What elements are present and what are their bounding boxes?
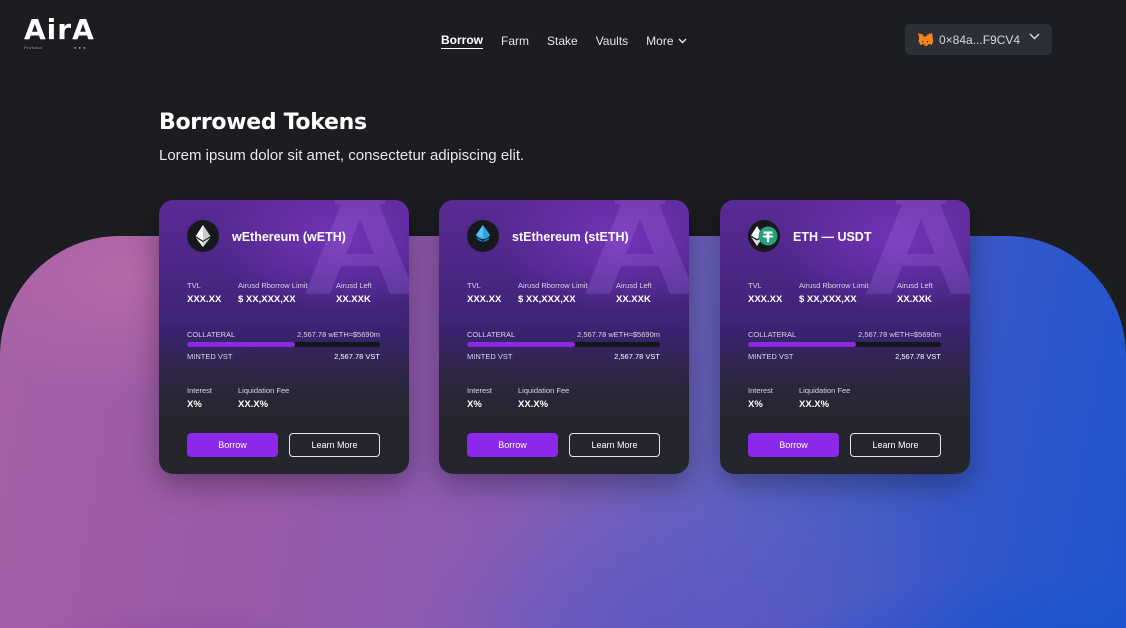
collateral-progress-bar <box>467 342 660 347</box>
ethereum-icon <box>187 220 219 252</box>
borrow-limit-value: $ XX,XXX,XX <box>518 294 576 305</box>
borrow-button[interactable]: Borrow <box>187 433 278 457</box>
airusd-left-value: XX.XXK <box>897 294 932 305</box>
collateral-value: 2,567.78 wETH≈$5690m <box>577 330 660 339</box>
page-subtitle: Lorem ipsum dolor sit amet, consectetur … <box>159 147 525 164</box>
collateral-label: COLLATERAL <box>187 330 236 339</box>
collateral-value: 2,567.78 wETH≈$5690m <box>297 330 380 339</box>
nav-farm[interactable]: Farm <box>501 33 529 49</box>
interest-label: Interest <box>187 386 213 395</box>
liquidation-fee-label: Liquidation Fee <box>799 386 851 395</box>
main-nav: Borrow Farm Stake Vaults More <box>441 32 705 49</box>
liquidation-fee-value: XX.X% <box>518 399 549 410</box>
interest-value: X% <box>187 399 202 410</box>
token-card: stEthereum (stETH) TVL XXX.XX Airusd Rbo… <box>439 200 689 474</box>
airusd-left-label: Airusd Left <box>616 281 652 290</box>
token-name: stEthereum (stETH) <box>512 230 629 244</box>
interest-label: Interest <box>467 386 493 395</box>
borrow-limit-value: $ XX,XXX,XX <box>799 294 857 305</box>
minted-vst-label: MINTED VST <box>748 352 794 361</box>
eth-usdt-pair-icon <box>748 220 780 252</box>
tvl-value: XXX.XX <box>187 294 222 305</box>
token-card: ETH — USDT TVL XXX.XX Airusd Rborrow Lim… <box>720 200 970 474</box>
airusd-left-value: XX.XXK <box>336 294 371 305</box>
nav-stake[interactable]: Stake <box>547 33 578 49</box>
collateral-progress-bar <box>187 342 380 347</box>
aira-watermark-icon <box>866 200 970 294</box>
liquidation-fee-value: XX.X% <box>238 399 269 410</box>
airusd-left-label: Airusd Left <box>336 281 372 290</box>
airusd-left-value: XX.XXK <box>616 294 651 305</box>
collateral-value: 2,567.78 wETH≈$5690m <box>858 330 941 339</box>
borrow-limit-label: Airusd Rborrow Limit <box>238 281 308 290</box>
collateral-label: COLLATERAL <box>467 330 516 339</box>
token-card: wEthereum (wETH) TVL XXX.XX Airusd Rborr… <box>159 200 409 474</box>
logo-sub-right: ● ● ● <box>74 45 86 50</box>
tvl-value: XXX.XX <box>467 294 502 305</box>
collateral-progress-fill <box>467 342 576 347</box>
wallet-button[interactable]: 0×84a...F9CV4 <box>905 24 1052 55</box>
token-name: ETH — USDT <box>793 230 872 244</box>
tvl-label: TVL <box>467 281 481 290</box>
interest-value: X% <box>467 399 482 410</box>
liquidation-fee-label: Liquidation Fee <box>518 386 570 395</box>
borrow-limit-value: $ XX,XXX,XX <box>238 294 296 305</box>
logo-sub-left: Protocol <box>24 45 43 50</box>
borrow-button[interactable]: Borrow <box>467 433 558 457</box>
metamask-fox-icon <box>918 33 933 46</box>
tvl-label: TVL <box>748 281 762 290</box>
nav-borrow[interactable]: Borrow <box>441 32 483 49</box>
tvl-label: TVL <box>187 281 201 290</box>
aira-logo[interactable]: AirA Protocol ● ● ● <box>24 13 95 57</box>
logo-wordmark: AirA <box>24 13 95 46</box>
collateral-label: COLLATERAL <box>748 330 797 339</box>
borrow-button[interactable]: Borrow <box>748 433 839 457</box>
minted-vst-value: 2,567.78 VST <box>334 352 380 361</box>
airusd-left-label: Airusd Left <box>897 281 933 290</box>
aira-watermark-icon <box>305 200 409 294</box>
page-title: Borrowed Tokens <box>159 110 367 135</box>
wallet-address: 0×84a...F9CV4 <box>939 32 1021 47</box>
steth-drop-icon <box>467 220 499 252</box>
minted-vst-label: MINTED VST <box>467 352 513 361</box>
learn-more-button[interactable]: Learn More <box>850 433 941 457</box>
minted-vst-value: 2,567.78 VST <box>614 352 660 361</box>
interest-label: Interest <box>748 386 774 395</box>
collateral-progress-bar <box>748 342 941 347</box>
learn-more-button[interactable]: Learn More <box>569 433 660 457</box>
token-name: wEthereum (wETH) <box>232 230 346 244</box>
chevron-down-icon <box>1029 33 1040 40</box>
chevron-down-icon <box>678 38 686 43</box>
learn-more-button[interactable]: Learn More <box>289 433 380 457</box>
collateral-progress-fill <box>748 342 857 347</box>
interest-value: X% <box>748 399 763 410</box>
minted-vst-value: 2,567.78 VST <box>895 352 941 361</box>
aira-watermark-icon <box>585 200 689 294</box>
nav-more[interactable]: More <box>646 33 686 49</box>
collateral-progress-fill <box>187 342 296 347</box>
nav-vaults[interactable]: Vaults <box>596 33 628 49</box>
minted-vst-label: MINTED VST <box>187 352 233 361</box>
nav-more-label: More <box>646 33 674 48</box>
borrow-limit-label: Airusd Rborrow Limit <box>518 281 588 290</box>
borrow-limit-label: Airusd Rborrow Limit <box>799 281 869 290</box>
liquidation-fee-value: XX.X% <box>799 399 830 410</box>
liquidation-fee-label: Liquidation Fee <box>238 386 290 395</box>
tvl-value: XXX.XX <box>748 294 783 305</box>
